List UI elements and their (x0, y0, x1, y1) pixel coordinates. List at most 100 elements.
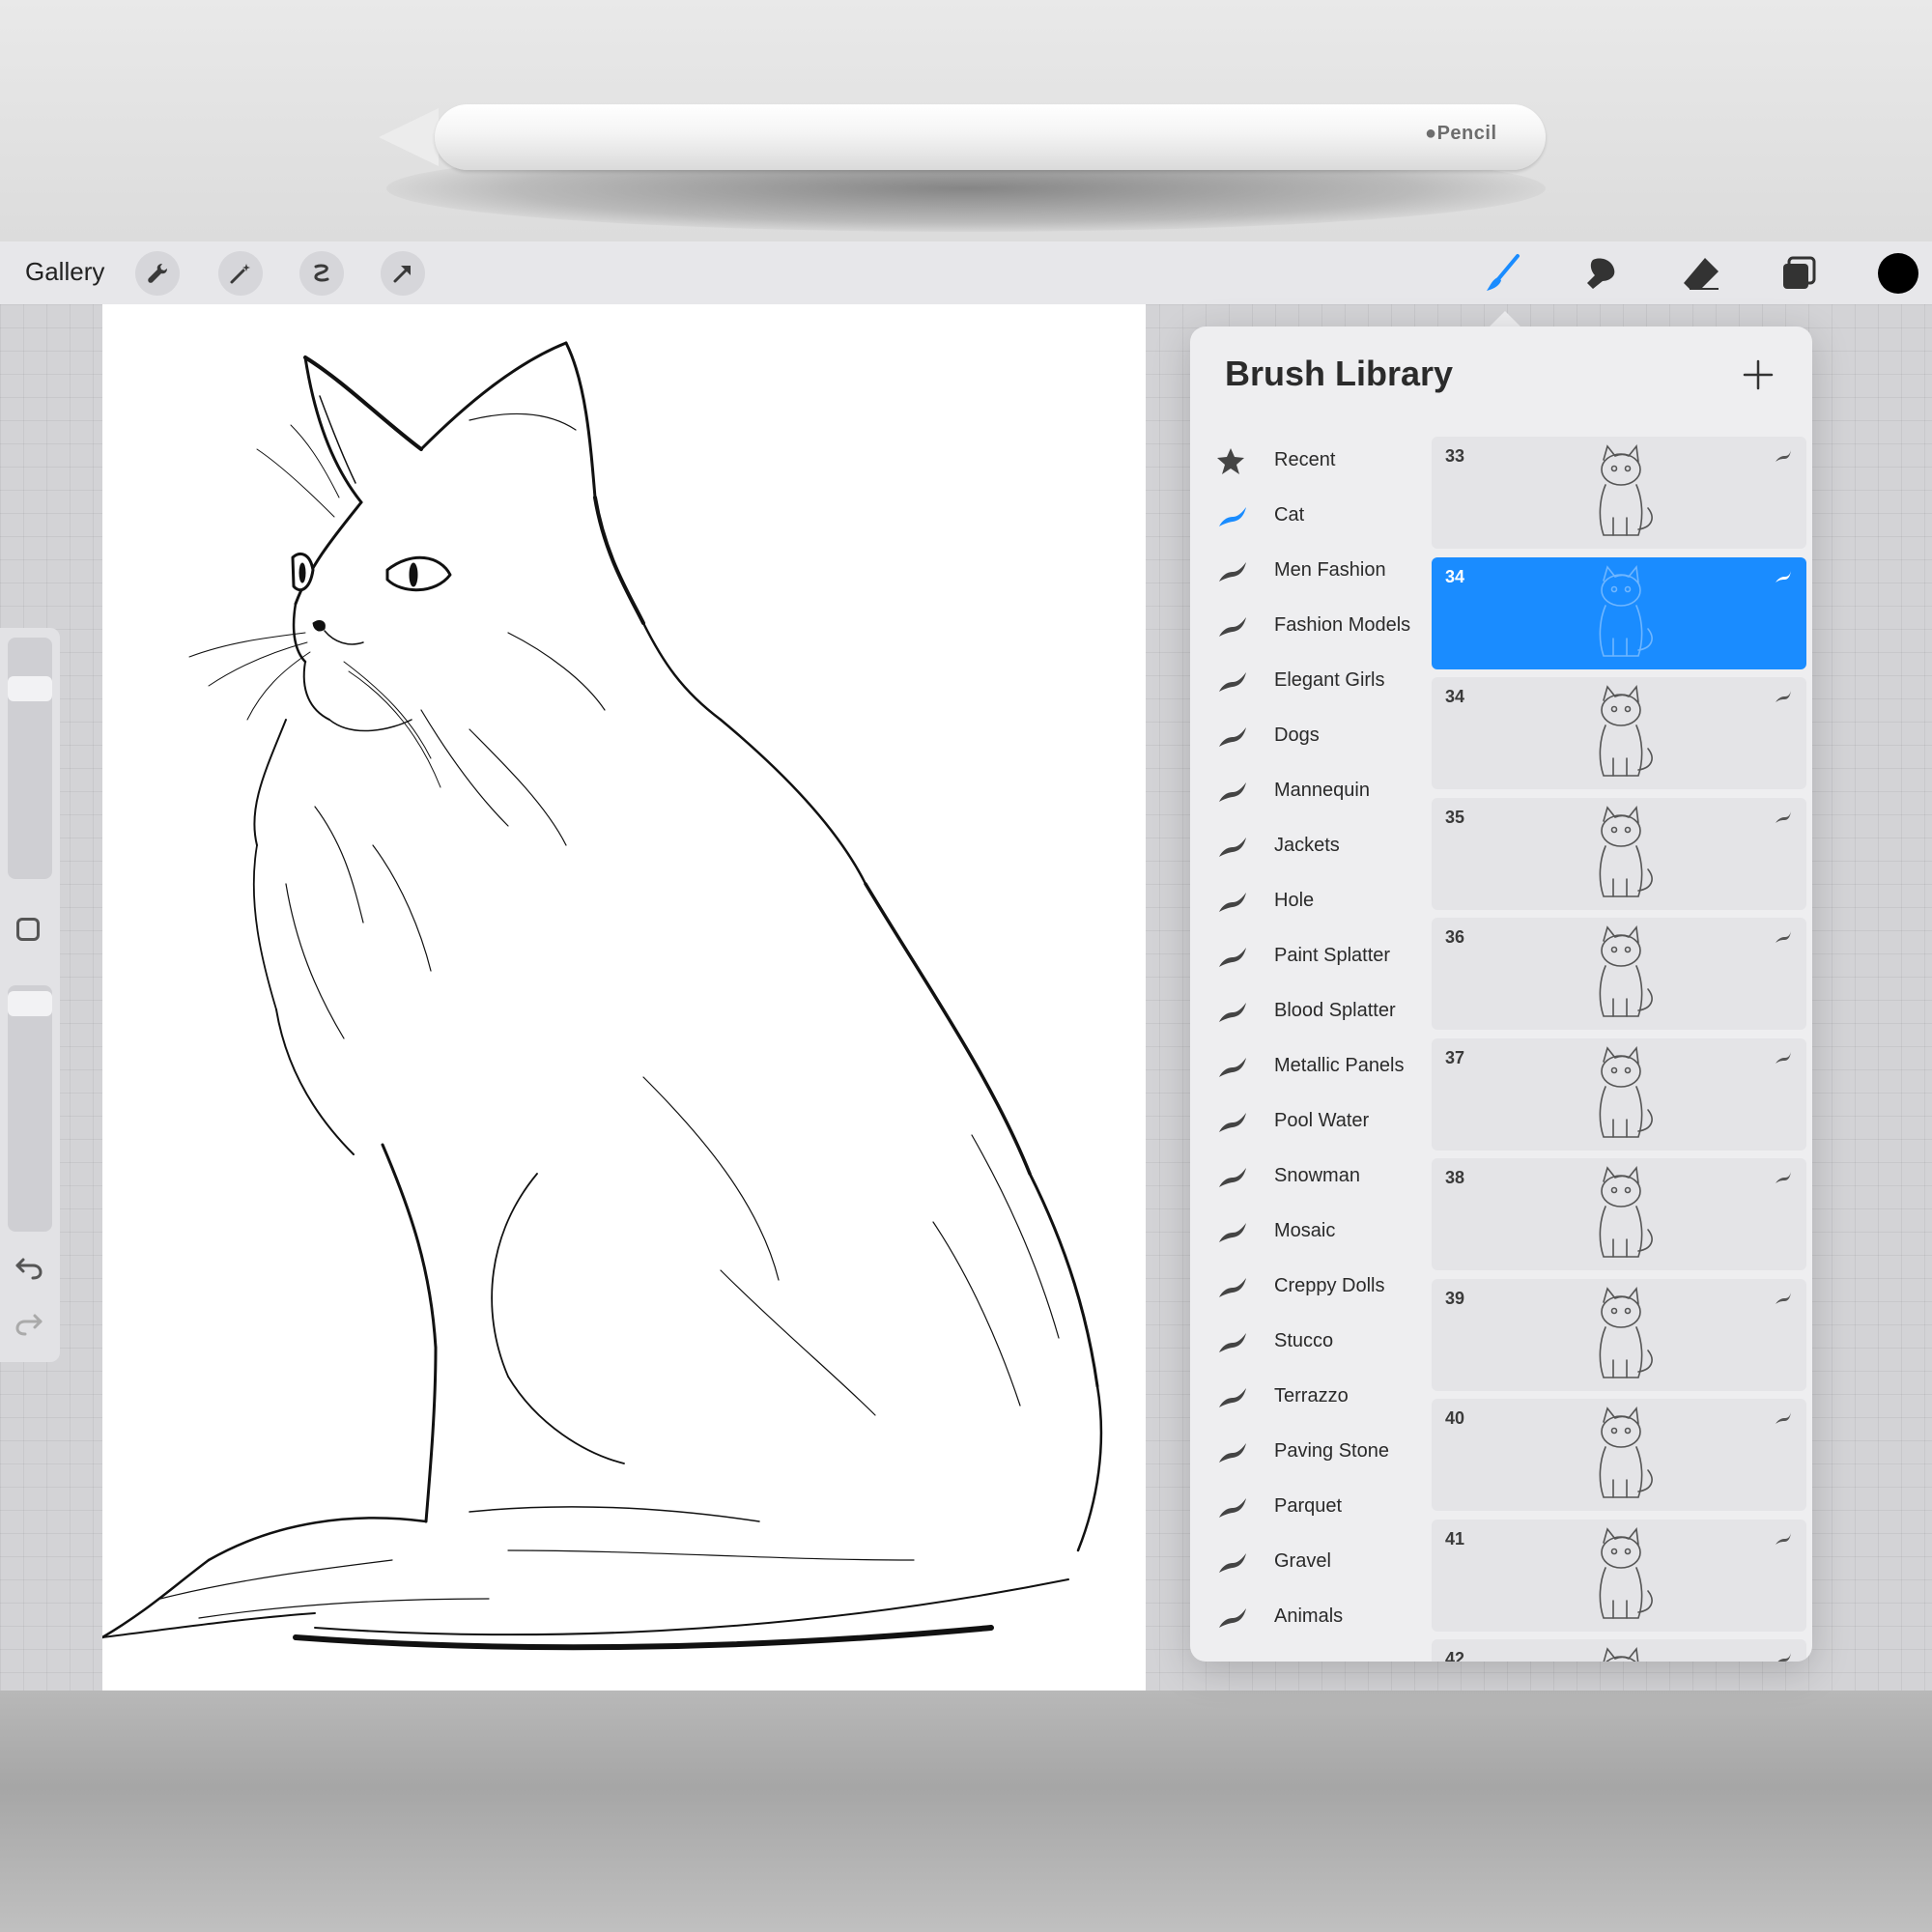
brush-number: 42 (1445, 1649, 1465, 1662)
brush-stroke-icon (1215, 556, 1250, 585)
brush-card[interactable]: 37 (1432, 1037, 1806, 1151)
brush-thumbnail-cat-in-outfit (1567, 1162, 1673, 1266)
brush-card[interactable]: 36 (1432, 918, 1806, 1030)
brush-set-item[interactable]: Dogs (1190, 708, 1432, 763)
brush-set-item[interactable]: Cat (1190, 1644, 1432, 1662)
brush-card[interactable]: 39 (1432, 1278, 1806, 1391)
magic-wand-icon[interactable] (218, 251, 263, 296)
brush-stroke-icon (1774, 1291, 1793, 1306)
brush-card[interactable]: 41 (1432, 1519, 1806, 1632)
brush-set-item[interactable]: Mannequin (1190, 763, 1432, 818)
brush-set-label: Cat (1274, 504, 1305, 526)
apple-logo-icon: ● (1425, 123, 1437, 144)
brush-set-label: Mannequin (1274, 780, 1370, 801)
brush-set-item[interactable]: Stucco (1190, 1314, 1432, 1369)
brush-set-label: Cat (1274, 1661, 1304, 1662)
gallery-button[interactable]: Gallery (25, 257, 104, 287)
brush-thumbnail-cat-with-bow (1567, 1283, 1673, 1387)
brush-card[interactable]: 34 (1432, 677, 1806, 789)
brush-number: 33 (1445, 446, 1465, 466)
brush-number: 37 (1445, 1047, 1465, 1067)
brush-card[interactable]: 35 (1432, 797, 1806, 910)
brush-set-item[interactable]: Pool Water (1190, 1094, 1432, 1149)
brush-thumbnail-slim-cat-standing (1567, 1042, 1673, 1147)
pencil-brand-label: ●Pencil (1425, 123, 1497, 144)
brush-number: 34 (1445, 566, 1465, 586)
brush-set-item[interactable]: Fashion Models (1190, 598, 1432, 653)
brush-set-label: Pool Water (1274, 1110, 1370, 1131)
selection-icon[interactable] (299, 251, 344, 296)
brush-card[interactable]: 34 (1432, 556, 1806, 669)
brush-list: 33 34 34 35 36 37 38 39 40 41 42 (1432, 437, 1806, 1662)
brush-set-item[interactable]: Paving Stone (1190, 1424, 1432, 1479)
photo-background-bottom (0, 1690, 1932, 1932)
brush-icon[interactable] (1478, 249, 1526, 298)
brush-set-item[interactable]: Paint Splatter (1190, 928, 1432, 983)
brush-number: 35 (1445, 807, 1465, 827)
brush-thumbnail-sleeping-cat-curled (1567, 1403, 1673, 1507)
transform-arrow-icon[interactable] (381, 251, 425, 296)
top-toolbar: Gallery (0, 242, 1932, 304)
brush-set-item[interactable]: Elegant Girls (1190, 653, 1432, 708)
brush-stroke-icon (1215, 1217, 1250, 1246)
brush-stroke-icon (1774, 1531, 1793, 1547)
brush-card[interactable]: 38 (1432, 1158, 1806, 1270)
brush-set-item[interactable]: Terrazzo (1190, 1369, 1432, 1424)
brush-set-item[interactable]: Cat (1190, 488, 1432, 543)
brush-set-label: Terrazzo (1274, 1385, 1349, 1406)
brush-number: 34 (1445, 687, 1465, 706)
drawing-canvas[interactable] (100, 304, 1146, 1690)
brush-set-item[interactable]: Animals (1190, 1589, 1432, 1644)
brush-stroke-icon (1215, 997, 1250, 1026)
redo-icon[interactable] (14, 1310, 44, 1341)
brush-stroke-icon (1215, 667, 1250, 696)
plus-icon[interactable] (1739, 355, 1777, 394)
brush-card[interactable]: 42 (1432, 1639, 1806, 1662)
wrench-icon[interactable] (135, 251, 180, 296)
brush-stroke-icon (1774, 569, 1793, 584)
brush-card[interactable]: 33 (1432, 437, 1806, 549)
brush-stroke-icon (1215, 1272, 1250, 1301)
brush-set-item[interactable]: Recent (1190, 433, 1432, 488)
brush-set-item[interactable]: Gravel (1190, 1534, 1432, 1589)
brush-set-label: Recent (1274, 449, 1336, 470)
brush-set-item[interactable]: Mosaic (1190, 1204, 1432, 1259)
brush-size-slider[interactable] (8, 638, 52, 879)
opacity-thumb[interactable] (8, 991, 52, 1016)
brush-stroke-icon (1215, 611, 1250, 640)
brush-stroke-icon (1215, 1162, 1250, 1191)
brush-number: 40 (1445, 1408, 1465, 1428)
brush-set-item[interactable]: Metallic Panels (1190, 1038, 1432, 1094)
left-sidebar (0, 628, 60, 1362)
brush-number: 41 (1445, 1528, 1465, 1548)
brush-set-label: Parquet (1274, 1495, 1343, 1517)
brush-set-item[interactable]: Snowman (1190, 1149, 1432, 1204)
brush-number: 38 (1445, 1168, 1465, 1187)
cat-line-art (100, 341, 1103, 1651)
brush-stroke-icon (1774, 1651, 1793, 1662)
brush-set-item[interactable]: Parquet (1190, 1479, 1432, 1534)
brush-stroke-icon (1774, 1170, 1793, 1185)
brush-number: 39 (1445, 1288, 1465, 1308)
brush-set-item[interactable]: Blood Splatter (1190, 983, 1432, 1038)
brush-thumbnail-cartoon-kitten (1567, 681, 1673, 785)
color-picker-button[interactable] (1878, 253, 1918, 294)
brush-stroke-icon (1215, 1492, 1250, 1521)
opacity-slider[interactable] (8, 985, 52, 1232)
brush-set-item[interactable]: Hole (1190, 873, 1432, 928)
undo-icon[interactable] (14, 1254, 44, 1285)
brush-stroke-icon (1215, 832, 1250, 861)
layers-icon[interactable] (1775, 249, 1823, 298)
eraser-icon[interactable] (1677, 249, 1725, 298)
brush-set-label: Dogs (1274, 724, 1320, 746)
brush-set-item[interactable]: Men Fashion (1190, 543, 1432, 598)
brush-size-thumb[interactable] (8, 676, 52, 701)
smudge-icon[interactable] (1577, 249, 1625, 298)
brush-card[interactable]: 40 (1432, 1399, 1806, 1511)
brush-set-item[interactable]: Creppy Dolls (1190, 1259, 1432, 1314)
square-modify-icon[interactable] (16, 918, 40, 941)
brush-set-label: Gravel (1274, 1550, 1331, 1572)
brush-stroke-icon (1215, 1437, 1250, 1466)
brush-set-item[interactable]: Jackets (1190, 818, 1432, 873)
brush-set-label: Blood Splatter (1274, 1000, 1396, 1021)
